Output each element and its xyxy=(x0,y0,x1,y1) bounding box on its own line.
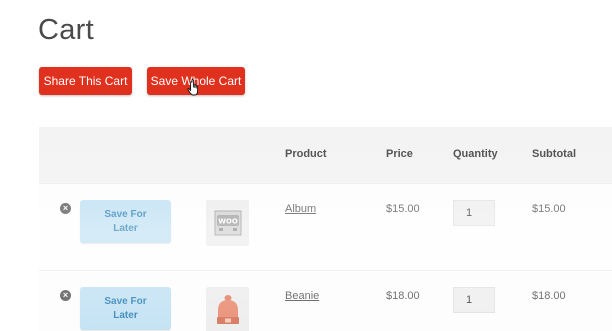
remove-item-icon[interactable]: × xyxy=(60,290,71,301)
product-thumbnail[interactable] xyxy=(206,287,249,331)
header-subtotal: Subtotal xyxy=(532,148,576,160)
save-for-later-line1: Save For xyxy=(104,295,147,307)
header-price: Price xyxy=(386,148,413,160)
svg-text:WOO: WOO xyxy=(218,218,238,226)
header-product: Product xyxy=(285,148,327,160)
table-header: Product Price Quantity Subtotal xyxy=(39,127,612,183)
save-for-later-label: Save For Later xyxy=(104,295,146,323)
product-link[interactable]: Album xyxy=(285,203,316,215)
woo-album-icon: WOO xyxy=(214,210,241,236)
product-thumbnail[interactable]: WOO xyxy=(206,200,249,246)
save-for-later-line2: Later xyxy=(113,309,138,321)
save-for-later-label: Save For Later xyxy=(104,208,146,236)
remove-item-icon[interactable]: × xyxy=(60,203,71,214)
product-price: $18.00 xyxy=(386,290,420,302)
quantity-input[interactable]: 1 xyxy=(453,287,495,313)
line-subtotal: $18.00 xyxy=(532,290,566,302)
line-subtotal: $15.00 xyxy=(532,203,566,215)
product-link[interactable]: Beanie xyxy=(285,290,319,302)
product-price: $15.00 xyxy=(386,203,420,215)
page-title: Cart xyxy=(38,14,94,46)
save-for-later-button[interactable]: Save For Later xyxy=(80,200,171,243)
save-for-later-line1: Save For xyxy=(104,208,147,220)
table-row: × Save For Later Beanie $18.00 1 $18.00 xyxy=(39,270,612,331)
save-for-later-line2: Later xyxy=(113,222,138,234)
cart-page: Cart Share This Cart Save Whole Cart Pro… xyxy=(0,0,612,331)
save-for-later-button[interactable]: Save For Later xyxy=(80,287,171,330)
quantity-input[interactable]: 1 xyxy=(453,200,495,226)
table-row: × Save For Later WOO Album $15.00 1 $15.… xyxy=(39,183,612,271)
header-quantity: Quantity xyxy=(453,148,498,160)
share-cart-button[interactable]: Share This Cart xyxy=(39,67,132,95)
beanie-icon xyxy=(216,295,239,324)
cart-table: Product Price Quantity Subtotal × Save F… xyxy=(39,127,612,331)
hand-cursor-icon xyxy=(187,79,199,96)
